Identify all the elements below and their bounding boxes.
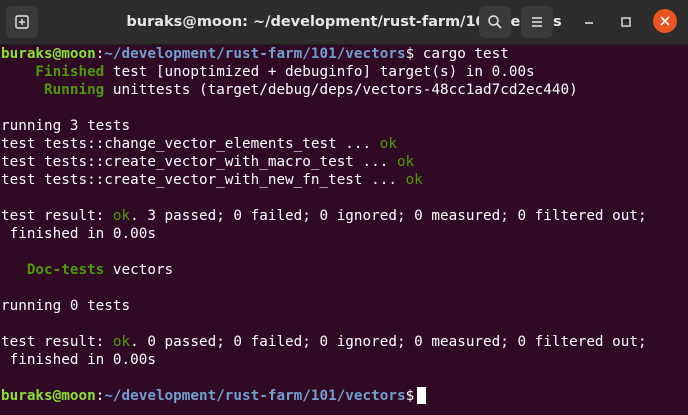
finished-text: test [unoptimized + debuginfo] target(s)… (104, 64, 535, 80)
running-count-line: running 0 tests (1, 298, 131, 314)
doctests-text: vectors (104, 262, 174, 278)
result-ok: ok (112, 334, 131, 350)
running-line: Running unittests (target/debug/deps/vec… (0, 81, 688, 99)
prompt-user: buraks@moon (1, 46, 96, 62)
minimize-icon (585, 22, 593, 24)
running-text: unittests (target/debug/deps/vectors-48c… (104, 82, 578, 98)
prompt-dollar: $ (405, 388, 415, 404)
maximize-icon (621, 17, 631, 27)
minimize-button[interactable] (581, 14, 597, 30)
test-status: ok (379, 136, 397, 152)
menu-button[interactable] (521, 6, 553, 38)
result-time-line: finished in 0.00s (1, 226, 156, 242)
prompt-sep: : (95, 46, 105, 62)
result-prefix: test result: (1, 208, 113, 224)
test-status: ok (396, 154, 415, 170)
terminal-window: buraks@moon: ~/development/rust-farm/101… (0, 0, 688, 415)
doctests-line: Doc-tests vectors (0, 261, 688, 279)
result-prefix: test result: (1, 334, 113, 350)
search-button[interactable] (479, 6, 511, 38)
close-icon (660, 16, 670, 26)
result-time-line: finished in 0.00s (1, 352, 156, 368)
result-rest: . 3 passed; 0 failed; 0 ignored; 0 measu… (130, 208, 647, 224)
prompt-dollar: $ (405, 46, 423, 62)
finished-label: Finished (1, 64, 105, 80)
new-tab-button[interactable] (6, 6, 38, 38)
result-ok: ok (112, 208, 131, 224)
text-cursor (417, 387, 427, 404)
test-name: test tests::create_vector_with_macro_tes… (1, 154, 397, 170)
command-text: cargo test (422, 46, 509, 62)
running-count-line: running 3 tests (1, 118, 131, 134)
prompt-user: buraks@moon (1, 388, 96, 404)
test-result-line: test result: ok. 0 passed; 0 failed; 0 i… (0, 333, 688, 351)
terminal-output[interactable]: buraks@moon:~/development/rust-farm/101/… (0, 45, 688, 415)
test-result-line: test result: ok. 3 passed; 0 failed; 0 i… (0, 207, 688, 225)
test-name: test tests::create_vector_with_new_fn_te… (1, 172, 406, 188)
maximize-button[interactable] (618, 14, 634, 30)
final-prompt-line[interactable]: buraks@moon:~/development/rust-farm/101/… (0, 387, 688, 405)
hamburger-menu-icon (532, 17, 542, 27)
prompt-sep: : (95, 388, 105, 404)
new-tab-icon (15, 15, 29, 29)
prompt-path: ~/development/rust-farm/101/vectors (104, 46, 406, 62)
running-label: Running (1, 82, 105, 98)
test-line: test tests::create_vector_with_new_fn_te… (0, 171, 688, 189)
prompt-path: ~/development/rust-farm/101/vectors (104, 388, 406, 404)
test-status: ok (405, 172, 423, 188)
test-line: test tests::change_vector_elements_test … (0, 135, 688, 153)
doctests-label: Doc-tests (1, 262, 105, 278)
search-icon (488, 15, 502, 29)
prompt-line: buraks@moon:~/development/rust-farm/101/… (0, 45, 688, 63)
title-bar: buraks@moon: ~/development/rust-farm/101… (0, 0, 688, 45)
test-line: test tests::create_vector_with_macro_tes… (0, 153, 688, 171)
test-name: test tests::change_vector_elements_test … (1, 136, 380, 152)
result-rest: . 0 passed; 0 failed; 0 ignored; 0 measu… (130, 334, 647, 350)
finished-line: Finished test [unoptimized + debuginfo] … (0, 63, 688, 81)
close-button[interactable] (653, 9, 677, 33)
